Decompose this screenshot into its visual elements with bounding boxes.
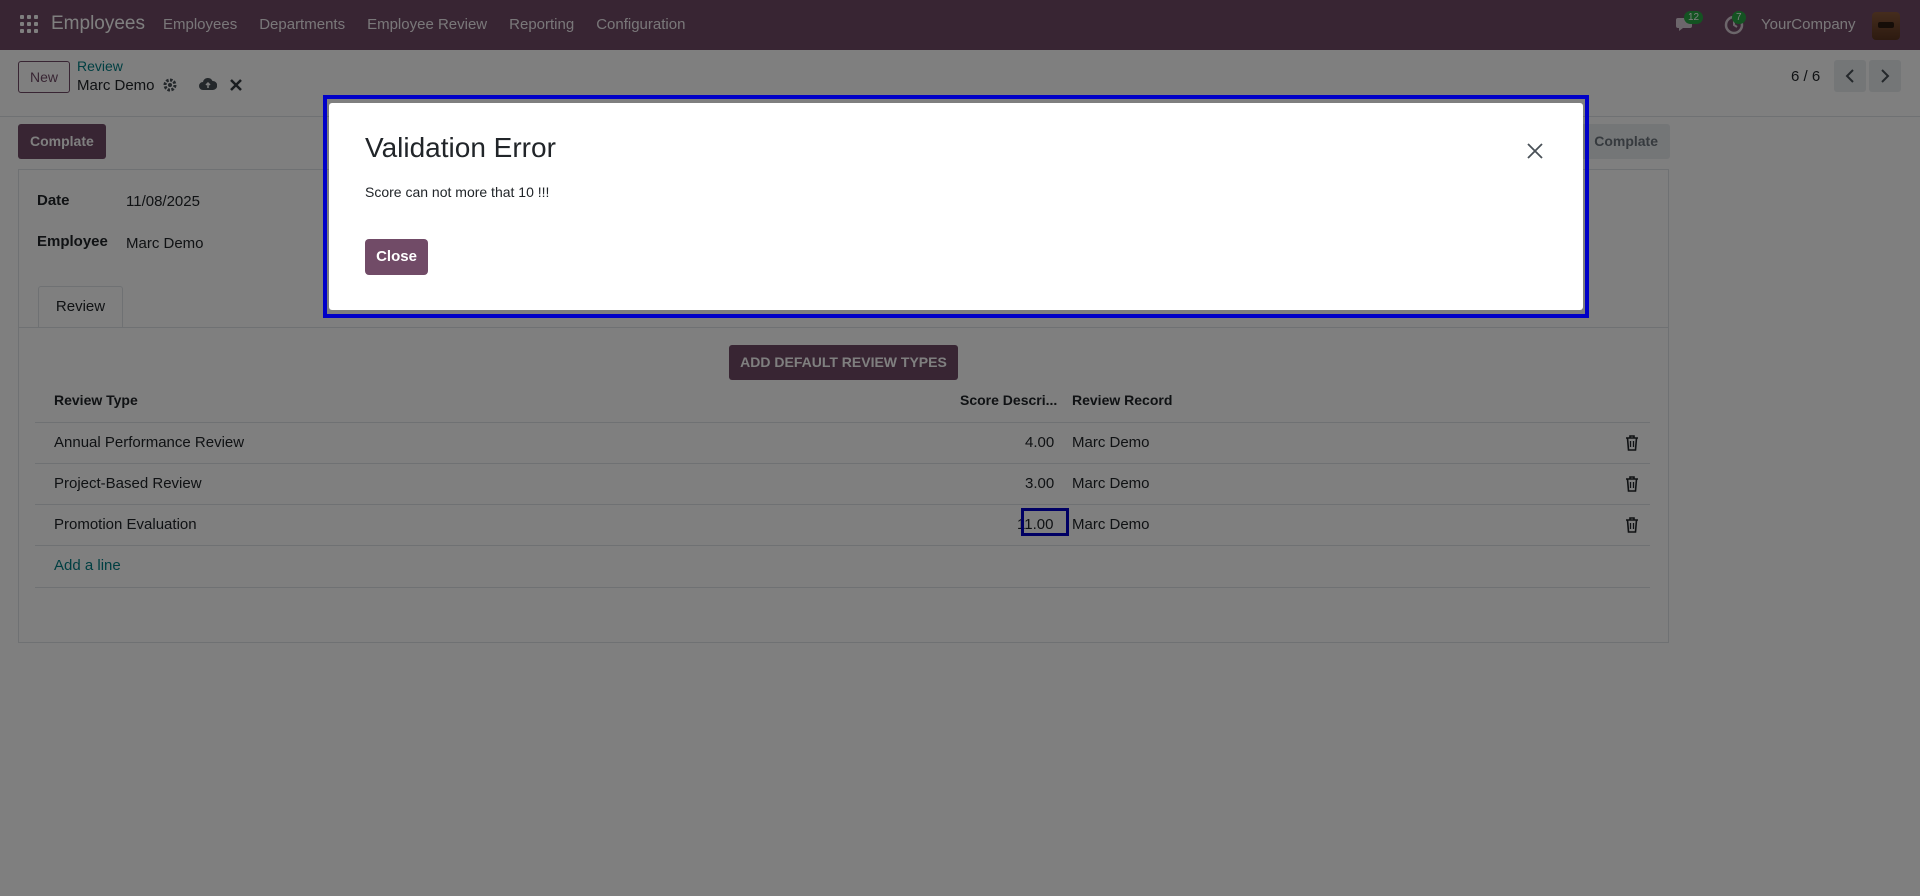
close-icon[interactable]: [1525, 141, 1545, 161]
dialog-message: Score can not more that 10 !!!: [365, 184, 550, 200]
close-button[interactable]: Close: [365, 239, 428, 275]
validation-error-dialog: Validation Error Score can not more that…: [329, 103, 1583, 310]
dialog-title: Validation Error: [365, 132, 556, 163]
